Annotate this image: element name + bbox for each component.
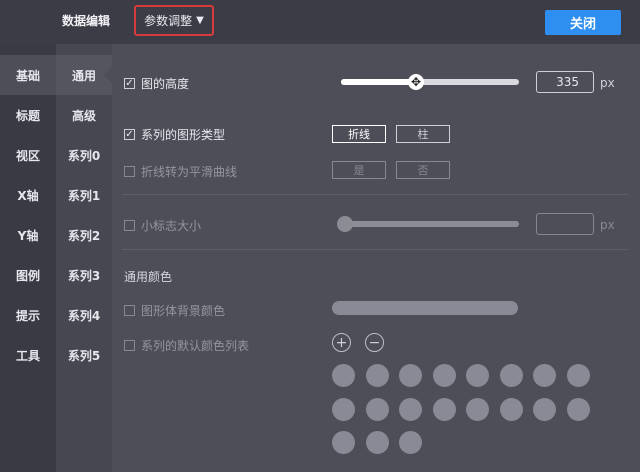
- color-swatch[interactable]: [399, 397, 422, 421]
- bg-color-picker[interactable]: [332, 301, 518, 315]
- param-adjust-label: 参数调整: [144, 14, 193, 28]
- subnav-item-series4[interactable]: 系列4: [56, 295, 112, 335]
- marker-size-slider-thumb[interactable]: [337, 216, 353, 232]
- divider: [122, 249, 628, 250]
- color-swatch[interactable]: [499, 364, 523, 387]
- color-swatch[interactable]: [399, 364, 422, 387]
- marker-size-input[interactable]: [536, 213, 594, 235]
- colors-section-title: 通用颜色: [124, 270, 173, 284]
- active-pointer: [104, 67, 112, 83]
- nav-item-tools[interactable]: 工具: [0, 335, 56, 375]
- subnav-item-series2[interactable]: 系列2: [56, 215, 112, 255]
- nav-item-viewport[interactable]: 视区: [0, 135, 56, 175]
- primary-nav: 基础 标题 视区 X轴 Y轴 图例 提示 工具: [0, 44, 56, 472]
- nav-item-x-axis[interactable]: X轴: [0, 175, 56, 215]
- marker-size-label: 小标志大小: [141, 219, 202, 233]
- bg-color-row: 图形体背景颜色: [124, 302, 225, 319]
- nav-item-tooltip[interactable]: 提示: [0, 295, 56, 335]
- subnav-item-series1[interactable]: 系列1: [56, 175, 112, 215]
- default-colors-row: 系列的默认颜色列表: [124, 337, 249, 354]
- smooth-checkbox[interactable]: [124, 166, 135, 177]
- smooth-row: 折线转为平滑曲线: [124, 163, 237, 180]
- marker-size-checkbox[interactable]: [124, 220, 135, 231]
- option-bar[interactable]: 柱: [396, 125, 450, 143]
- marker-size-unit: px: [600, 218, 615, 232]
- secondary-nav: 通用 高级 系列0 系列1 系列2 系列3 系列4 系列5: [56, 44, 112, 472]
- color-swatch[interactable]: [566, 397, 590, 421]
- add-color-icon[interactable]: +: [332, 333, 351, 352]
- height-slider[interactable]: ✥: [341, 74, 519, 90]
- divider: [122, 194, 628, 195]
- color-swatch[interactable]: [332, 431, 355, 454]
- caret-down-icon: ▼: [196, 15, 204, 26]
- color-swatch[interactable]: [466, 397, 489, 421]
- close-button[interactable]: 关闭: [545, 10, 621, 35]
- bg-color-label: 图形体背景颜色: [141, 304, 226, 318]
- data-edit-tab[interactable]: 数据编辑: [62, 12, 110, 29]
- subnav-item-series0[interactable]: 系列0: [56, 135, 112, 175]
- color-swatch[interactable]: [332, 397, 355, 421]
- nav-item-y-axis[interactable]: Y轴: [0, 215, 56, 255]
- default-colors-label: 系列的默认颜色列表: [141, 339, 250, 353]
- smooth-label: 折线转为平滑曲线: [141, 165, 238, 179]
- marker-size-slider[interactable]: [337, 216, 519, 232]
- color-swatch[interactable]: [533, 364, 556, 387]
- color-swatch[interactable]: [466, 364, 489, 387]
- height-slider-fill: [341, 79, 416, 85]
- bg-color-checkbox[interactable]: [124, 305, 135, 316]
- nav-item-legend[interactable]: 图例: [0, 255, 56, 295]
- height-slider-thumb[interactable]: ✥: [408, 74, 424, 90]
- height-unit: px: [600, 76, 615, 90]
- color-swatch[interactable]: [432, 364, 456, 387]
- color-swatch[interactable]: [399, 431, 422, 454]
- top-bar: 数据编辑 参数调整 ▼ 关闭: [0, 0, 640, 44]
- marker-size-row: 小标志大小: [124, 217, 201, 234]
- height-label: 图的高度: [141, 77, 190, 91]
- option-line[interactable]: 折线: [332, 125, 386, 143]
- remove-color-icon[interactable]: −: [365, 333, 384, 352]
- default-colors-checkbox[interactable]: [124, 340, 135, 351]
- nav-item-basic[interactable]: 基础: [0, 55, 56, 95]
- option-yes[interactable]: 是: [332, 161, 386, 179]
- subnav-item-series3[interactable]: 系列3: [56, 255, 112, 295]
- series-type-checkbox[interactable]: ✓: [124, 129, 135, 140]
- color-swatch[interactable]: [533, 397, 556, 421]
- height-input[interactable]: 335: [536, 71, 594, 93]
- height-checkbox[interactable]: ✓: [124, 78, 135, 89]
- param-adjust-dropdown[interactable]: 参数调整 ▼: [134, 5, 214, 36]
- height-row: ✓ 图的高度: [124, 75, 189, 92]
- color-swatch[interactable]: [499, 397, 523, 421]
- series-type-label: 系列的图形类型: [141, 128, 226, 142]
- color-swatch[interactable]: [365, 364, 389, 387]
- nav-item-title[interactable]: 标题: [0, 95, 56, 135]
- color-swatch[interactable]: [332, 364, 355, 387]
- color-swatch[interactable]: [566, 364, 590, 387]
- settings-panel: ✓ 图的高度 ✥ 335 px ✓ 系列的图形类型 折线 柱 折线转为平滑曲线 …: [112, 44, 640, 472]
- subnav-item-advanced[interactable]: 高级: [56, 95, 112, 135]
- color-swatch[interactable]: [365, 397, 389, 421]
- color-swatch[interactable]: [365, 431, 389, 454]
- subnav-item-series5[interactable]: 系列5: [56, 335, 112, 375]
- color-swatch[interactable]: [432, 397, 456, 421]
- option-no[interactable]: 否: [396, 161, 450, 179]
- series-type-row: ✓ 系列的图形类型: [124, 126, 225, 143]
